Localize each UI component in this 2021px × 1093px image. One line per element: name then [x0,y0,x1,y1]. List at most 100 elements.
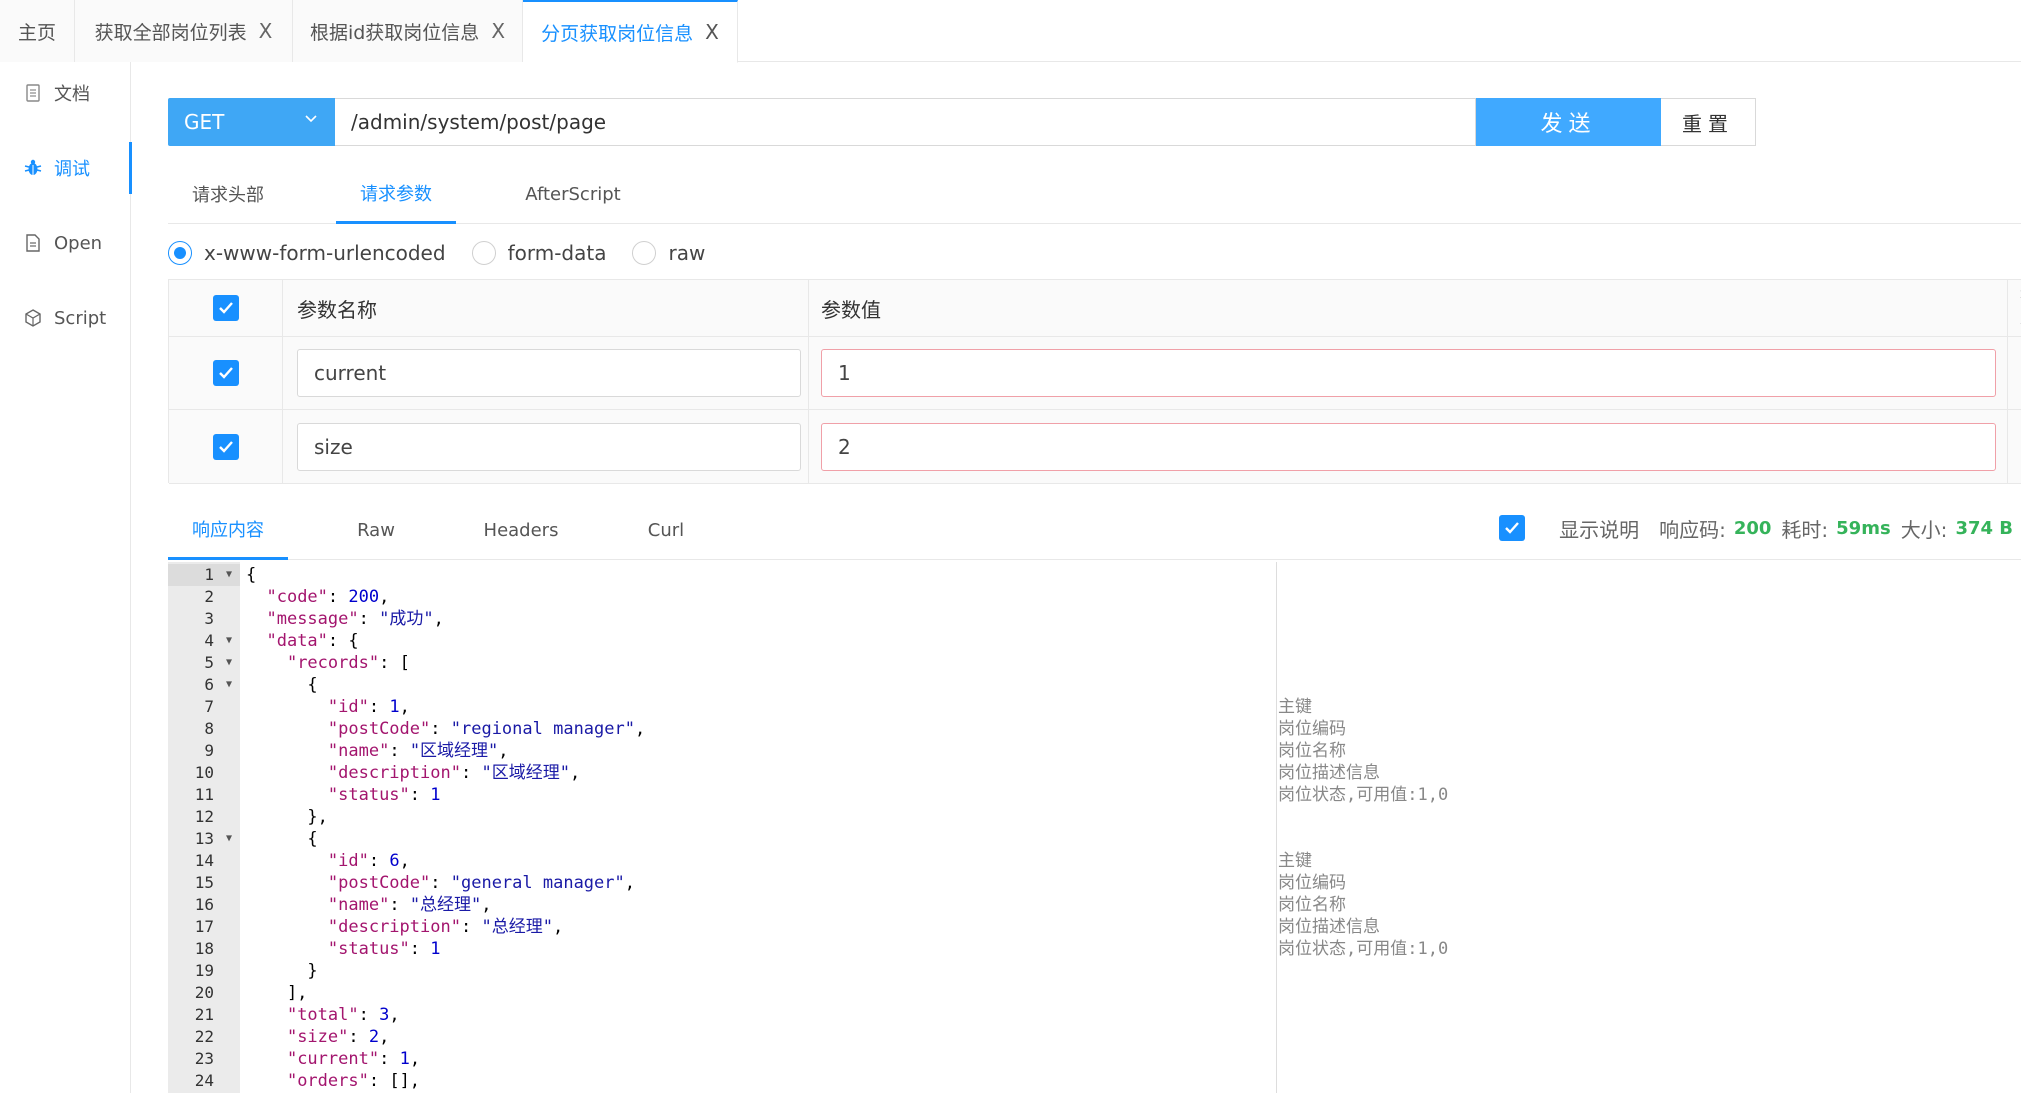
tab-request-params[interactable]: 请求参数 [336,164,456,224]
show-description-checkbox[interactable] [1499,515,1526,541]
request-tabs: 请求头部 请求参数 AfterScript [168,164,2021,224]
fold-toggle-icon[interactable]: ▼ [226,828,232,850]
sidebar-item-label: 文档 [54,84,90,105]
code-line: ], [246,983,308,1003]
param-value-input[interactable]: 2 [821,422,1996,471]
document-icon [24,84,42,102]
response-editor[interactable]: 1 ▼ 2 3 4 ▼ 5 ▼ 6 ▼ 7 8 9 10 11 12 13 ▼ 14 15 16 17 18 19 20 21 22… [168,562,2021,1093]
line-number: 9 [204,741,214,760]
line-number: 22 [194,1027,214,1046]
field-description: 岗位状态,可用值:1,0 [1278,785,1449,805]
tab-home[interactable]: 主页 [0,0,75,62]
field-description: 岗位描述信息 [1278,763,1380,783]
body-type-radio-group: x-www-form-urlencoded form-data raw [168,240,731,266]
url-input[interactable]: /admin/system/post/page [335,98,1476,146]
code-line: "code": 200, [266,587,390,607]
line-number: 1 ▼ [168,564,240,586]
reset-button[interactable]: 重置 [1661,98,1756,146]
row-checkbox[interactable] [212,360,239,386]
code-line: "total": 3, [286,1005,400,1025]
params-table: 参数名称 参数值 操作 current 1 删除 [168,279,2021,484]
close-icon[interactable]: X [491,19,505,43]
tab-page-posts[interactable]: 分页获取岗位信息 X [523,0,738,63]
select-all-checkbox[interactable] [212,295,239,321]
line-number: 2 [204,587,214,606]
code-area[interactable]: { "code": 200, "message": "成功", "data": … [240,562,2021,1093]
response-tabs: 响应内容 Raw Headers Curl 显示说明 响应码: 200 耗时: … [168,500,2021,560]
radio-button[interactable] [632,241,657,265]
fold-toggle-icon[interactable]: ▼ [226,674,232,696]
code-sandbox-icon [24,309,42,327]
param-name-value: size [314,434,353,459]
sidebar-item-debug[interactable]: 调试 [0,143,131,193]
radio-label: x-www-form-urlencoded [204,241,446,265]
tab-afterscript[interactable]: AfterScript [504,164,642,224]
fold-toggle-icon[interactable]: ▼ [226,564,232,586]
tab-response-raw[interactable]: Raw [328,500,424,560]
tab-request-headers[interactable]: 请求头部 [168,164,288,224]
close-icon[interactable]: X [259,19,273,43]
line-number: 24 [194,1071,214,1090]
radio-raw[interactable]: raw [632,241,705,265]
line-number: 11 [194,785,214,804]
line-number: 12 [194,807,214,826]
param-name-cell: current [283,337,809,409]
code-line: "postCode": "general manager", [327,873,635,893]
code-line: "id": 1, [327,697,410,717]
line-number: 17 [194,917,214,936]
table-header-row: 参数名称 参数值 操作 [169,280,2021,337]
param-name-value: current [314,361,387,385]
tab-response-headers[interactable]: Headers [464,500,578,560]
response-size-label: 大小: [1900,517,1948,542]
field-description: 岗位编码 [1278,719,1346,739]
code-line: "records": [ [286,653,410,673]
request-bar: GET /admin/system/post/page 发送 重置 [168,98,1756,146]
tab-get-all-posts[interactable]: 获取全部岗位列表 X [75,0,293,62]
field-description: 岗位状态,可用值:1,0 [1278,939,1449,959]
line-number: 14 [194,851,214,870]
param-value-input[interactable]: 1 [821,349,1996,397]
fold-toggle-icon[interactable]: ▼ [226,630,232,652]
sidebar-item-script[interactable]: Script [0,293,131,343]
sidebar-item-open[interactable]: Open [0,218,131,268]
radio-urlencoded[interactable]: x-www-form-urlencoded [168,241,446,265]
field-description: 岗位名称 [1278,895,1346,915]
fold-toggle-icon[interactable]: ▼ [226,652,232,674]
active-nav-indicator [129,142,132,194]
radio-label: raw [668,241,706,265]
radio-button[interactable] [168,241,192,265]
send-button[interactable]: 发送 [1476,98,1661,146]
code-line: "orders": [], [286,1071,421,1091]
code-line: "status": 1 [327,939,441,959]
radio-form-data[interactable]: form-data [471,241,606,265]
field-description: 主键 [1278,697,1312,717]
bug-icon [24,159,42,177]
close-icon[interactable]: X [705,20,719,44]
param-name-input[interactable]: size [297,422,801,471]
show-description-label[interactable]: 显示说明 [1559,514,1639,543]
row-checkbox[interactable] [212,433,239,460]
code-line: { [246,675,318,695]
table-row: size 2 删除 [169,410,2021,484]
header-param-value: 参数值 [809,280,2008,336]
url-value: /admin/system/post/page [351,110,607,134]
param-name-cell: size [283,410,809,483]
select-all-cell [169,280,283,336]
line-number: 10 [194,763,214,782]
tab-response-content[interactable]: 响应内容 [168,500,288,560]
tab-label: 根据id获取岗位信息 [309,21,480,44]
response-meta: 显示说明 响应码: 200 耗时: 59ms 大小: 374 B [1499,512,2013,544]
method-select[interactable]: GET [168,98,335,146]
line-number: 8 [204,719,214,738]
header-param-name: 参数名称 [283,280,809,336]
table-row: current 1 删除 [169,337,2021,410]
radio-button[interactable] [471,241,496,265]
sidebar-item-docs[interactable]: 文档 [0,68,131,118]
tab-response-curl[interactable]: Curl [618,500,714,560]
param-name-input[interactable]: current [297,349,801,397]
code-line: "name": "区域经理", [327,741,509,761]
tab-get-post-by-id[interactable]: 根据id获取岗位信息 X [293,0,523,62]
code-line: } [246,961,318,981]
line-number: 18 [194,939,214,958]
code-line: "current": 1, [286,1049,421,1069]
